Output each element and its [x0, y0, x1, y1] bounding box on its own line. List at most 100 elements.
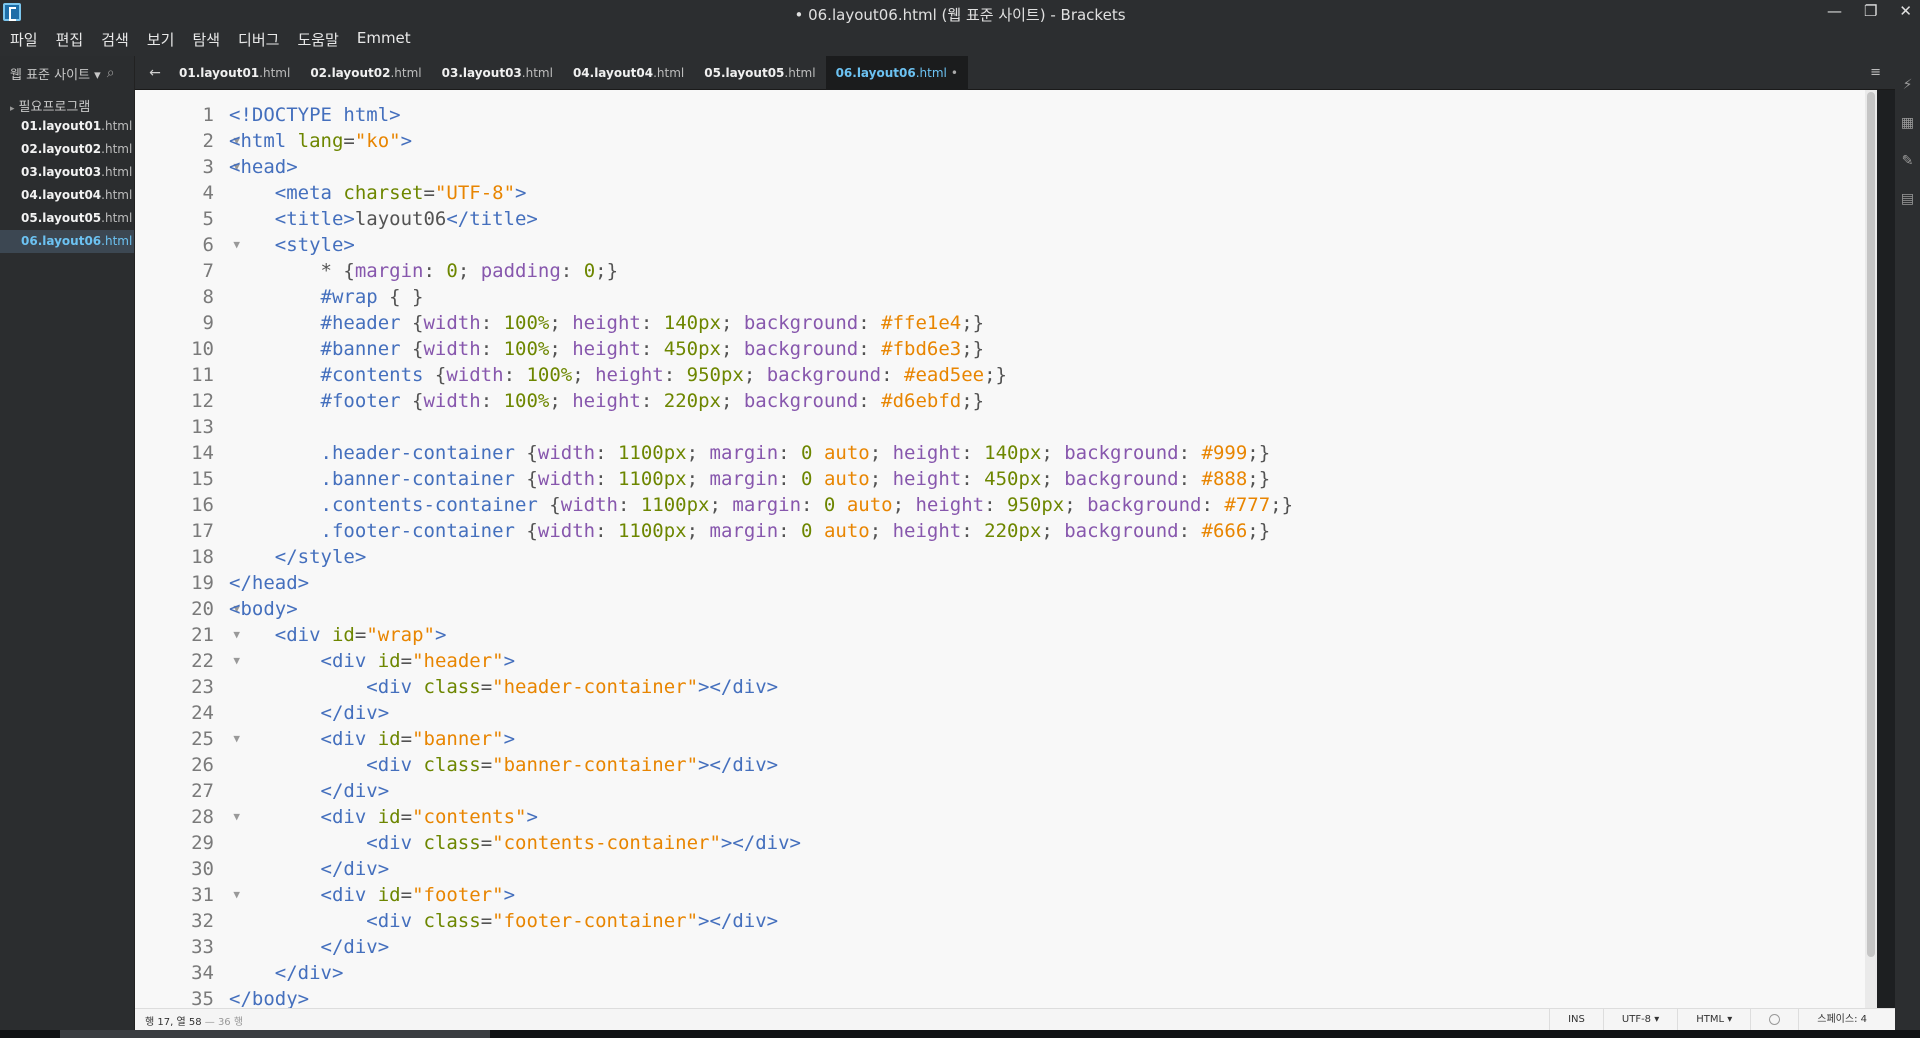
- code-token: .header-container: [320, 442, 515, 464]
- restore-button[interactable]: ❐: [1864, 2, 1877, 20]
- code-token: <div: [320, 728, 378, 750]
- code-editor[interactable]: 1 2 ▼ 3 ▼ 4 5 6 ▼ 7 8 9 10 11 12 13 14 15 16 17 18 19 20 ▼ 21 ▼ 22…: [135, 90, 1877, 1010]
- code-line[interactable]: <div id="banner">: [229, 726, 1869, 752]
- code-line[interactable]: .banner-container {width: 1100px; margin…: [229, 466, 1869, 492]
- code-line[interactable]: <!DOCTYPE html>: [229, 102, 1869, 128]
- code-line[interactable]: <meta charset="UTF-8">: [229, 180, 1869, 206]
- menu-item[interactable]: 보기: [147, 29, 175, 50]
- code-line[interactable]: </body>: [229, 986, 1869, 1010]
- menu-item[interactable]: 도움말: [297, 29, 338, 50]
- tab-list-menu-icon[interactable]: ≡: [1870, 65, 1881, 80]
- code-line[interactable]: </div>: [229, 856, 1869, 882]
- code-line[interactable]: <div id="contents">: [229, 804, 1869, 830]
- editor-tab[interactable]: 06.layout06.html •: [825, 55, 968, 90]
- code-token: "footer-container": [492, 910, 699, 932]
- menu-item[interactable]: 탐색: [192, 29, 220, 50]
- code-line[interactable]: </style>: [229, 544, 1869, 570]
- code-line[interactable]: #contents {width: 100%; height: 950px; b…: [229, 362, 1869, 388]
- code-token: ;}: [1270, 494, 1294, 516]
- code-line[interactable]: </div>: [229, 778, 1869, 804]
- code-line[interactable]: #footer {width: 100%; height: 220px; bac…: [229, 388, 1869, 414]
- editor-tab[interactable]: 05.layout05.html: [694, 56, 825, 90]
- code-token: ;: [1041, 442, 1065, 464]
- vertical-scrollbar[interactable]: [1865, 90, 1877, 1010]
- code-token: :: [984, 494, 1007, 516]
- code-line[interactable]: <html lang="ko">: [229, 128, 1869, 154]
- linter-status-icon[interactable]: [1750, 1009, 1798, 1031]
- sidebar-file-item[interactable]: 01.layout01.html: [0, 115, 134, 138]
- project-header[interactable]: 웹 표준 사이트 ▾ ⌕: [0, 56, 134, 90]
- sidebar-file-item[interactable]: 06.layout06.html: [0, 230, 134, 253]
- code-line[interactable]: .header-container {width: 1100px; margin…: [229, 440, 1869, 466]
- menu-item[interactable]: 편집: [56, 29, 84, 50]
- code-token: {: [537, 494, 561, 516]
- live-preview-icon[interactable]: ⚡: [1899, 76, 1917, 94]
- code-line[interactable]: <div id="footer">: [229, 882, 1869, 908]
- language-select[interactable]: HTML ▾: [1677, 1009, 1750, 1031]
- code-line[interactable]: <div class="footer-container"></div>: [229, 908, 1869, 934]
- line-number: 8: [202, 286, 214, 308]
- code-line[interactable]: </div>: [229, 960, 1869, 986]
- code-line[interactable]: <div class="header-container"></div>: [229, 674, 1869, 700]
- menu-item[interactable]: Emmet: [357, 29, 411, 50]
- code-token: height: [572, 312, 641, 334]
- project-name[interactable]: 웹 표준 사이트 ▾: [10, 64, 101, 83]
- code-line[interactable]: .footer-container {width: 1100px; margin…: [229, 518, 1869, 544]
- document-icon[interactable]: ▤: [1899, 190, 1917, 208]
- minimize-button[interactable]: —: [1827, 2, 1842, 20]
- editor-tab[interactable]: 02.layout02.html: [300, 56, 431, 90]
- code-line[interactable]: <title>layout06</title>: [229, 206, 1869, 232]
- code-line[interactable]: <body>: [229, 596, 1869, 622]
- code-line[interactable]: <div id="wrap">: [229, 622, 1869, 648]
- editor-tab[interactable]: 01.layout01.html: [169, 56, 300, 90]
- code-token: >: [503, 728, 516, 750]
- sidebar-file-item[interactable]: 02.layout02.html: [0, 138, 134, 161]
- close-button[interactable]: ✕: [1899, 2, 1912, 20]
- code-line[interactable]: </head>: [229, 570, 1869, 596]
- code-token: :: [595, 520, 618, 542]
- code-content[interactable]: <!DOCTYPE html> <html lang="ko"> <head> <m…: [229, 102, 1869, 1010]
- insert-mode[interactable]: INS: [1549, 1009, 1603, 1031]
- scrollbar-thumb[interactable]: [1867, 92, 1875, 957]
- code-line[interactable]: </div>: [229, 934, 1869, 960]
- line-number: 21 ▼: [191, 624, 240, 646]
- code-token: margin: [732, 494, 802, 516]
- code-line[interactable]: <div class="banner-container"></div>: [229, 752, 1869, 778]
- code-token: 450px: [984, 468, 1042, 490]
- menu-item[interactable]: 검색: [101, 29, 129, 50]
- line-number: 17: [191, 520, 214, 542]
- code-line[interactable]: </div>: [229, 700, 1869, 726]
- code-token: <title>: [274, 208, 355, 230]
- extension-manager-icon[interactable]: ▦: [1899, 114, 1917, 132]
- back-arrow-icon[interactable]: ←: [141, 65, 169, 81]
- folder-item[interactable]: ▸ 필요프로그램: [0, 90, 134, 115]
- indent-setting[interactable]: 스페이스: 4: [1798, 1009, 1885, 1031]
- code-token: =: [423, 182, 435, 204]
- code-token: ;: [869, 468, 893, 490]
- tools-icon[interactable]: ✎: [1899, 152, 1917, 170]
- code-line[interactable]: #header {width: 100%; height: 140px; bac…: [229, 310, 1869, 336]
- encoding-select[interactable]: UTF-8 ▾: [1602, 1009, 1677, 1031]
- code-line[interactable]: <head>: [229, 154, 1869, 180]
- code-line[interactable]: <div id="header">: [229, 648, 1869, 674]
- editor-tab[interactable]: 04.layout04.html: [563, 56, 694, 90]
- code-line[interactable]: [229, 414, 1869, 440]
- code-token: margin: [709, 468, 779, 490]
- code-token: 450px: [663, 338, 721, 360]
- search-icon[interactable]: ⌕: [107, 65, 115, 81]
- menu-item[interactable]: 디버그: [238, 29, 279, 50]
- code-line[interactable]: * {margin: 0; padding: 0;}: [229, 258, 1869, 284]
- sidebar-file-item[interactable]: 05.layout05.html: [0, 207, 134, 230]
- code-line[interactable]: <style>: [229, 232, 1869, 258]
- menu-item[interactable]: 파일: [10, 29, 38, 50]
- code-token: <div: [366, 910, 424, 932]
- code-line[interactable]: <div class="contents-container"></div>: [229, 830, 1869, 856]
- code-token: auto: [846, 494, 893, 516]
- sidebar-file-item[interactable]: 04.layout04.html: [0, 184, 134, 207]
- sidebar-file-item[interactable]: 03.layout03.html: [0, 161, 134, 184]
- code-line[interactable]: #banner {width: 100%; height: 450px; bac…: [229, 336, 1869, 362]
- code-line[interactable]: #wrap { }: [229, 284, 1869, 310]
- code-line[interactable]: .contents-container {width: 1100px; marg…: [229, 492, 1869, 518]
- editor-tab[interactable]: 03.layout03.html: [432, 56, 563, 90]
